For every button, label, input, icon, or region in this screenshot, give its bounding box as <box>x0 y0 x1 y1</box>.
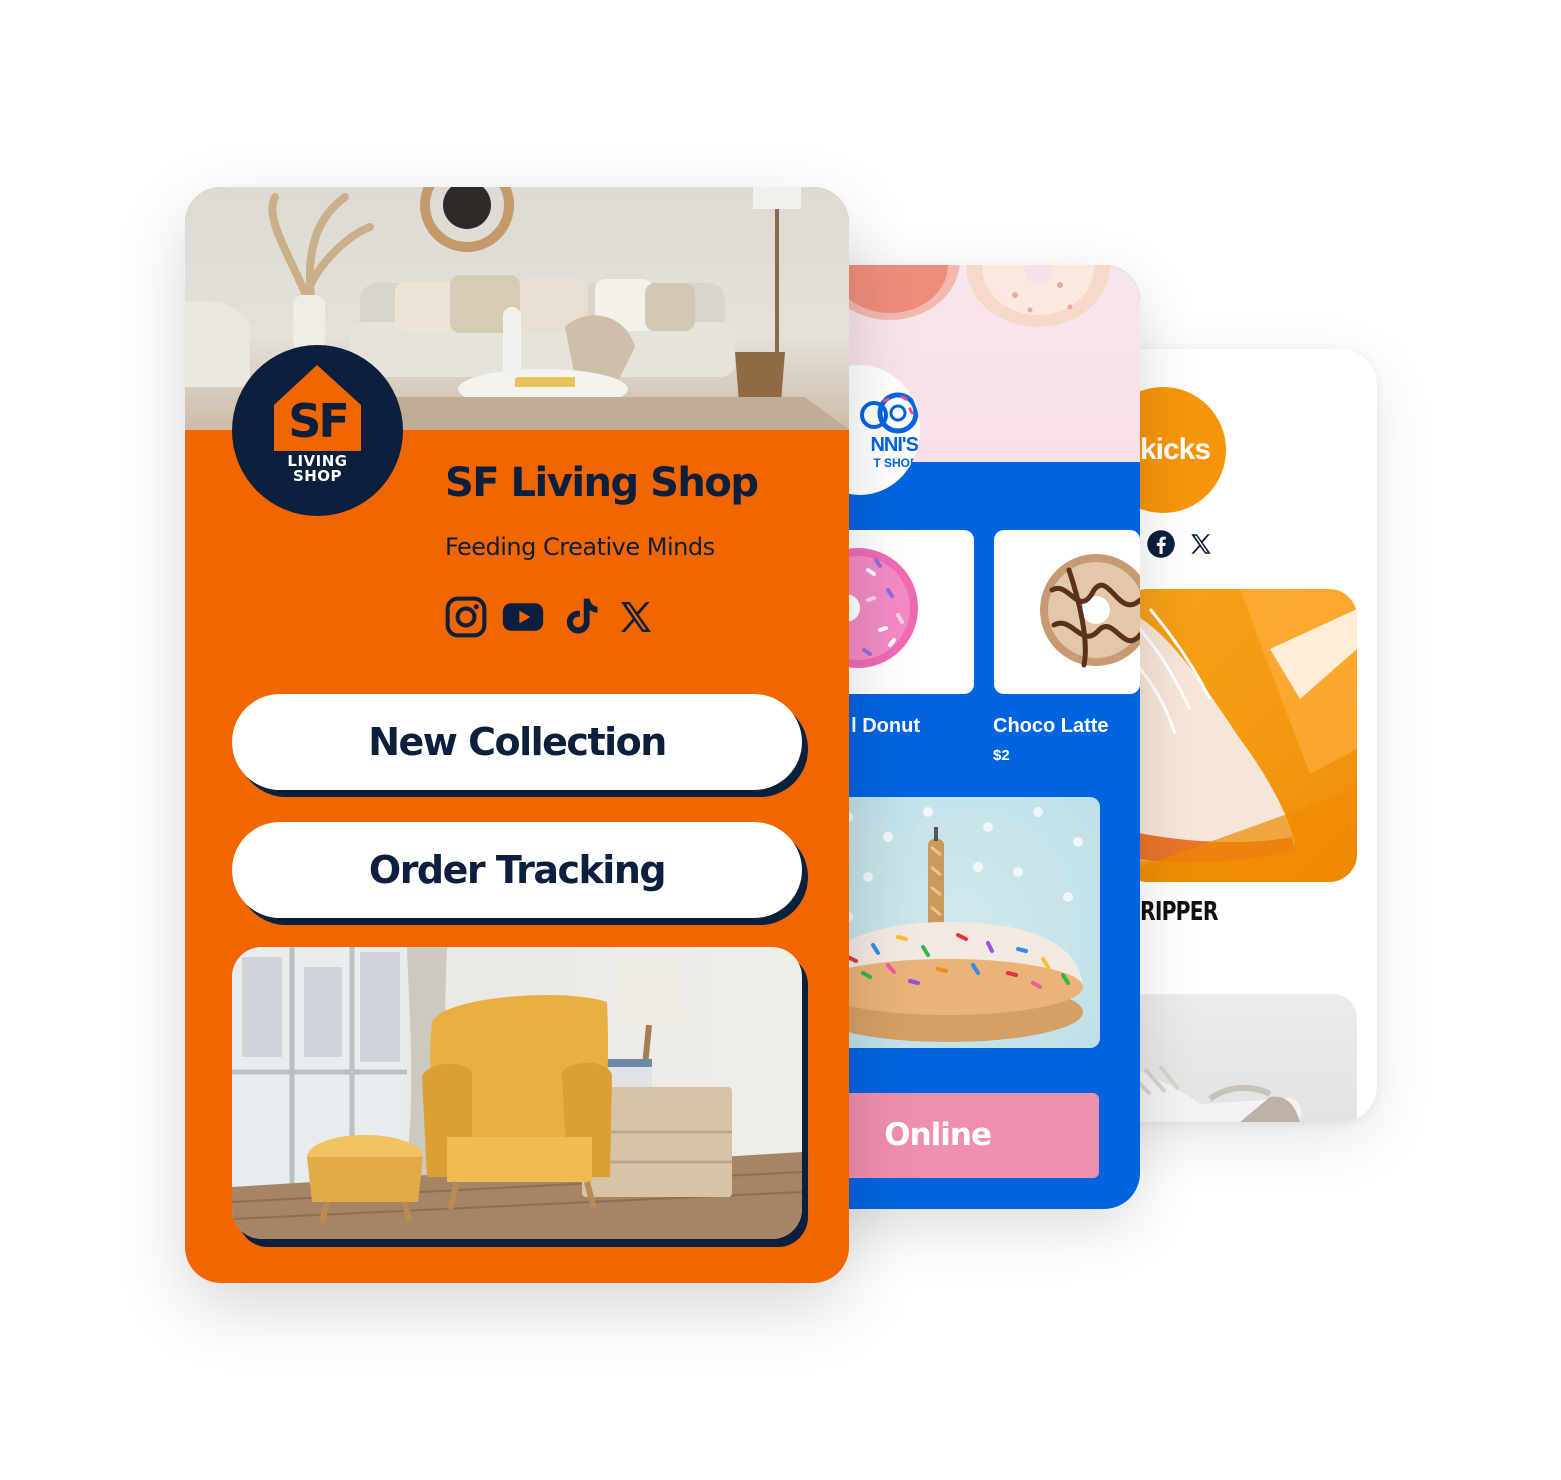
tiktok-icon[interactable] <box>559 595 603 639</box>
sf-logo-monogram: SF <box>288 394 350 448</box>
yellow-armchair-image[interactable] <box>232 947 802 1239</box>
order-online-button[interactable]: Online <box>828 1093 1099 1178</box>
x-icon[interactable] <box>1188 531 1214 557</box>
donut-item-name-2[interactable]: Choco Latte <box>993 715 1109 738</box>
sf-living-shop-logo: SF LIVING SHOP <box>232 345 403 516</box>
youtube-icon[interactable] <box>501 595 545 639</box>
new-collection-button[interactable]: New Collection <box>232 694 802 790</box>
instagram-icon[interactable] <box>444 595 488 639</box>
profile-tagline: Feeding Creative Minds <box>445 533 715 561</box>
profile-title: SF Living Shop <box>445 460 759 506</box>
sf-living-shop-profile-card: SF LIVING SHOP SF Living Shop Feeding Cr… <box>185 187 849 1283</box>
kicks-sneaker-image-2[interactable] <box>1120 994 1357 1122</box>
new-collection-link: New Collection <box>232 694 808 797</box>
facebook-icon[interactable] <box>1146 529 1176 559</box>
order-tracking-link: Order Tracking <box>232 822 808 925</box>
kicks-product-name: RIPPER <box>1140 897 1218 927</box>
donut-product-tile-2[interactable] <box>994 530 1140 694</box>
sf-logo-line-shop: SHOP <box>292 467 343 485</box>
order-tracking-button[interactable]: Order Tracking <box>232 822 802 918</box>
kicks-sneaker-image[interactable] <box>1120 589 1357 882</box>
featured-image-link <box>232 947 808 1247</box>
donut-item-name-1[interactable]: l Donut <box>851 715 920 738</box>
x-icon[interactable] <box>616 597 656 637</box>
kicks-logo-text: kicks <box>1139 433 1211 466</box>
donut-product-tile-1[interactable] <box>828 530 974 694</box>
donut-item-price-2: $2 <box>993 747 1010 764</box>
donut-cake-image[interactable] <box>828 797 1100 1048</box>
